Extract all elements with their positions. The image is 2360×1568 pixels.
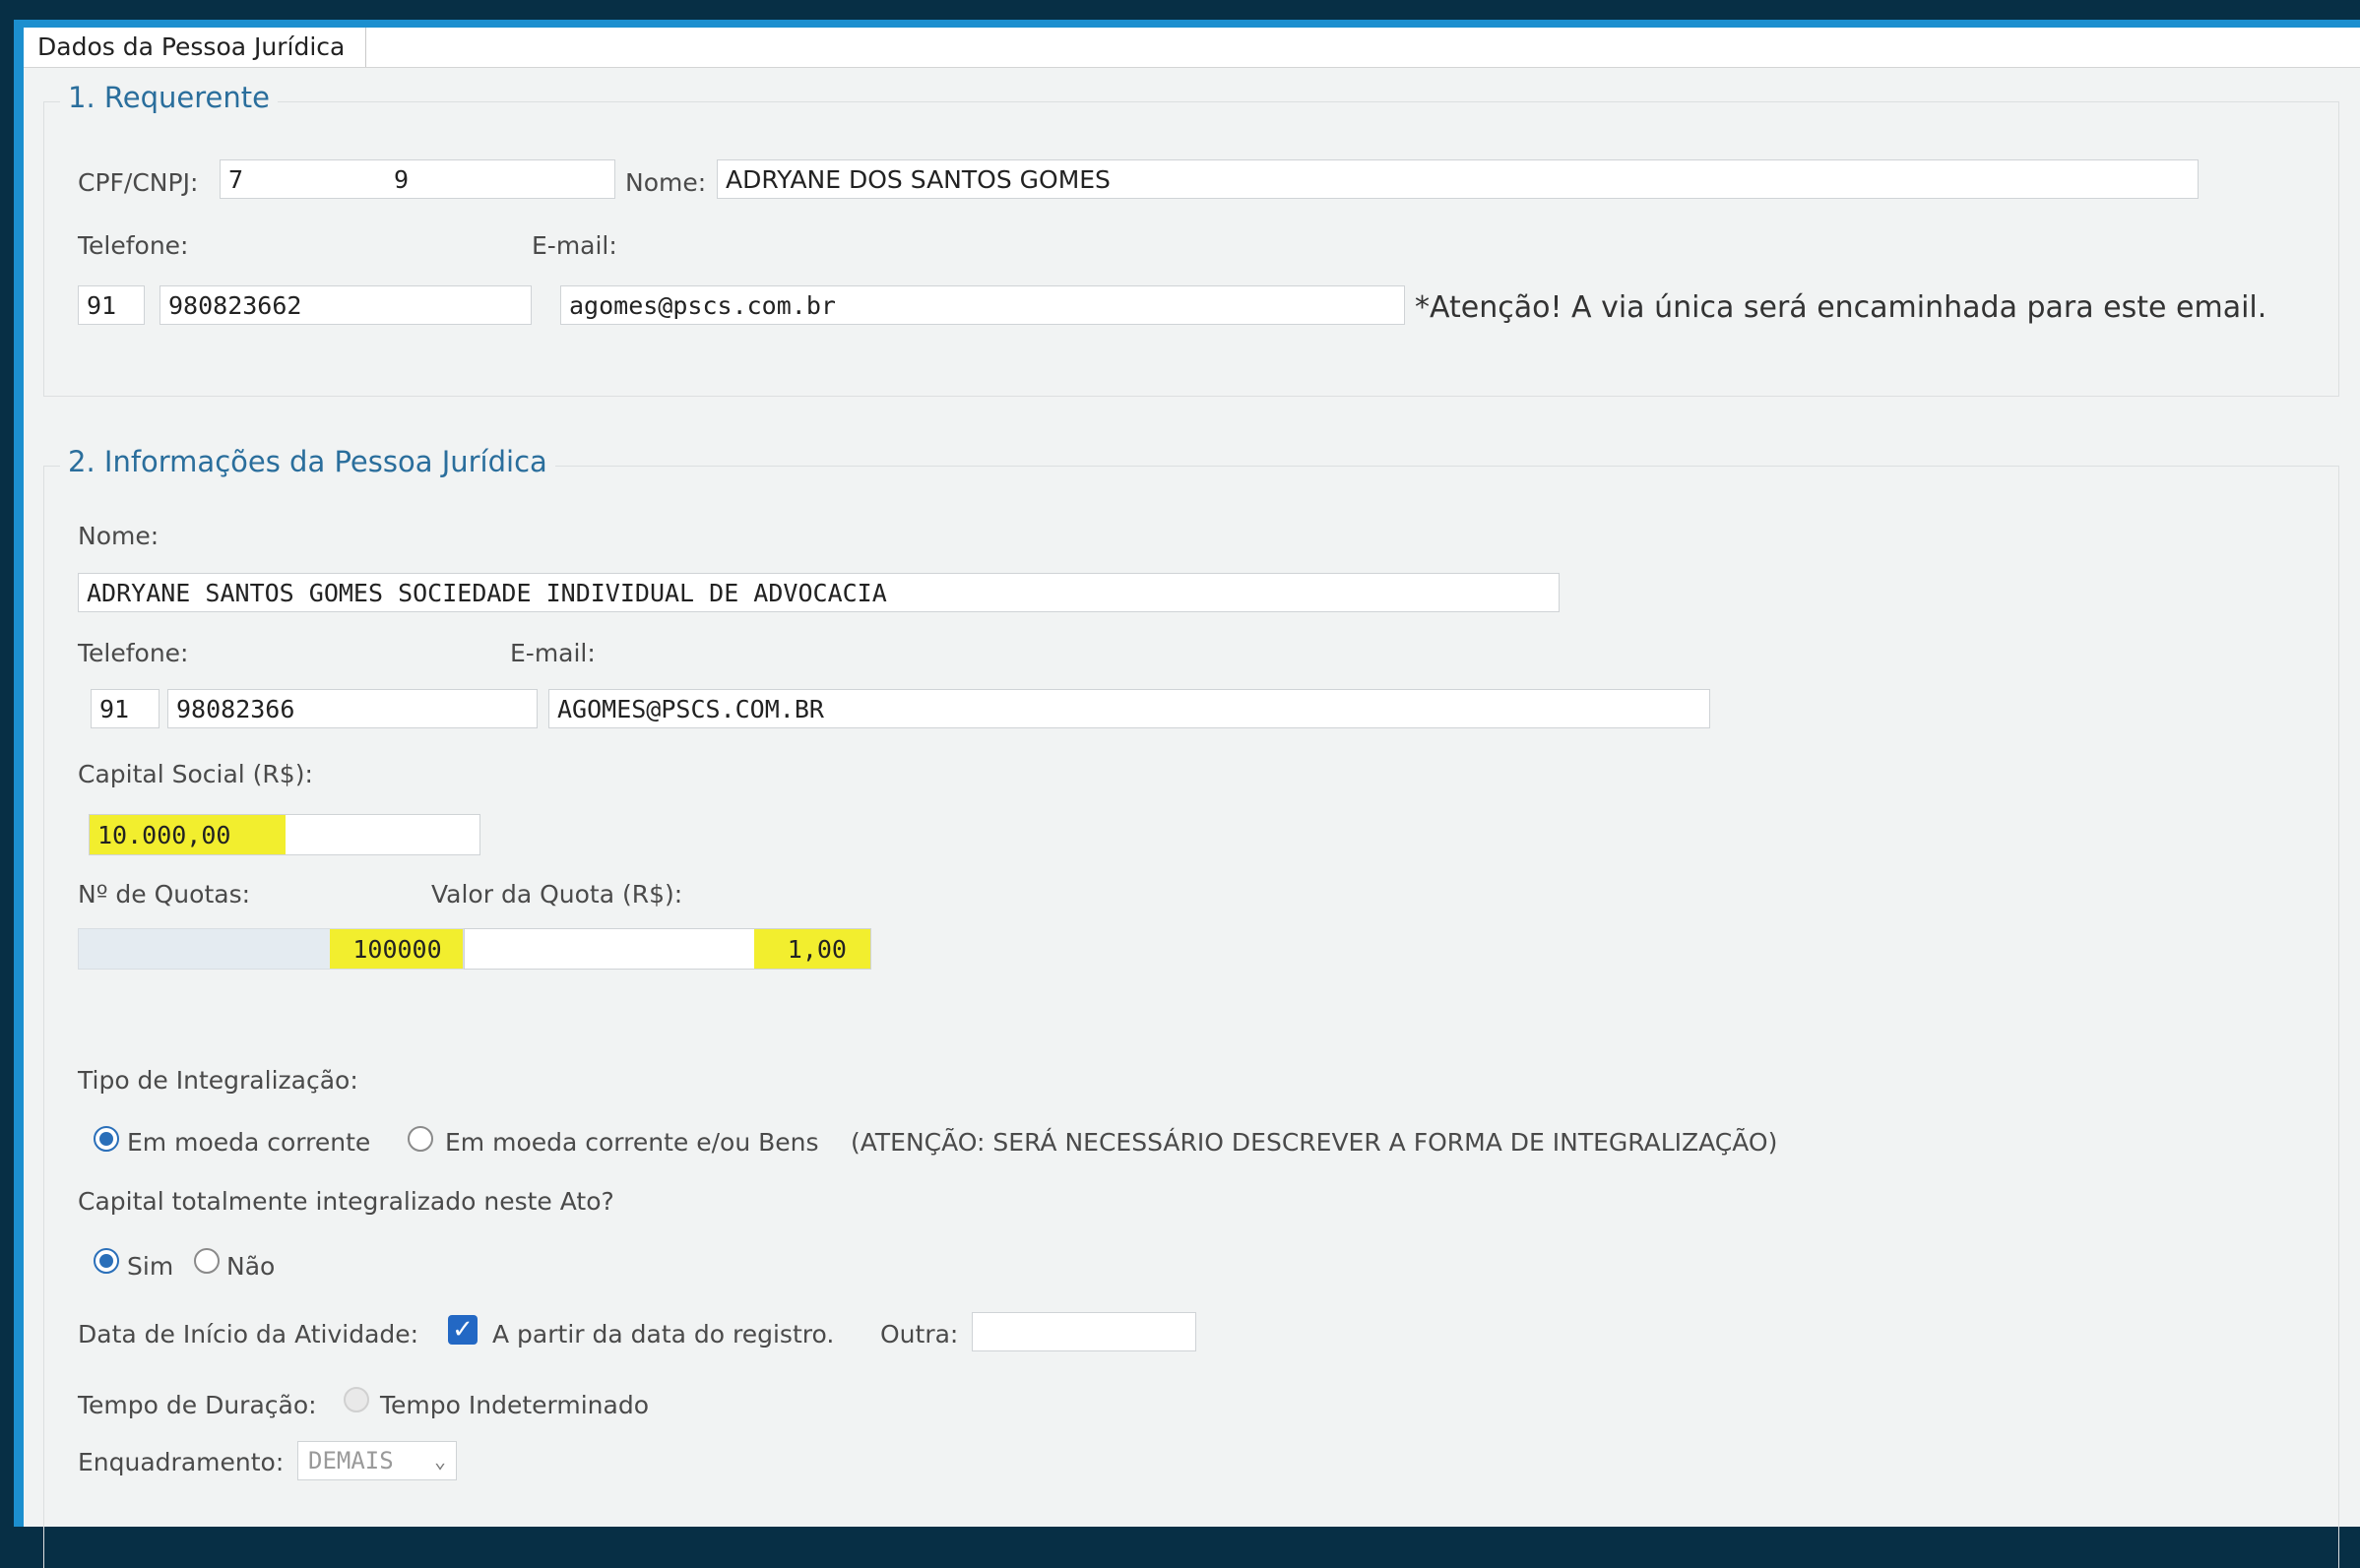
tab-bar: Dados da Pessoa Jurídica	[24, 28, 2360, 68]
pj-legend: 2. Informações da Pessoa Jurídica	[60, 445, 555, 478]
pj-nome-label: Nome:	[78, 522, 159, 550]
tempo-duracao-label: Tempo de Duração:	[78, 1391, 317, 1419]
tipo-note: (ATENÇÃO: SERÁ NECESSÁRIO DESCREVER A FO…	[851, 1128, 1778, 1157]
telefone-input[interactable]: 980823662	[159, 285, 532, 325]
capital-social-input[interactable]: 10.000,00	[89, 814, 480, 855]
cpf-input[interactable]: 7 9	[220, 159, 615, 199]
nome-input[interactable]: ADRYANE DOS SANTOS GOMES	[717, 159, 2199, 199]
pj-nome-input[interactable]: ADRYANE SANTOS GOMES SOCIEDADE INDIVIDUA…	[78, 573, 1560, 612]
quotas-label: Nº de Quotas:	[78, 880, 251, 909]
data-registro-checkbox[interactable]: ✓	[448, 1315, 478, 1345]
cpf-value-start: 7	[228, 164, 244, 194]
enquadramento-select[interactable]: DEMAIS ⌄	[297, 1441, 457, 1480]
pj-ddd-input[interactable]: 91	[91, 689, 159, 728]
capital-social-label: Capital Social (R$):	[78, 760, 313, 788]
tipo-moeda-corrente-label: Em moeda corrente	[127, 1128, 371, 1157]
form-panel: Dados da Pessoa Jurídica 1. Requerente C…	[24, 28, 2360, 1568]
requerente-section: 1. Requerente	[43, 81, 2339, 397]
chevron-down-icon: ⌄	[433, 1449, 446, 1473]
tipo-moeda-corrente-radio[interactable]	[94, 1126, 119, 1152]
valor-quota-value: 1,00	[754, 929, 870, 969]
tipo-moeda-bens-radio[interactable]	[408, 1126, 433, 1152]
cpf-value-end: 9	[394, 164, 410, 194]
enquadramento-label: Enquadramento:	[78, 1448, 285, 1476]
valor-quota-input[interactable]: 1,00	[464, 928, 871, 970]
tab-dados-pessoa-juridica[interactable]: Dados da Pessoa Jurídica	[26, 28, 366, 67]
email-notice: *Atenção! A via única será encaminhada p…	[1415, 290, 2267, 325]
valor-quota-label: Valor da Quota (R$):	[431, 880, 683, 909]
pj-email-label: E-mail:	[510, 639, 596, 667]
outra-input[interactable]	[972, 1312, 1196, 1351]
email-input[interactable]: agomes@pscs.com.br	[560, 285, 1405, 325]
telefone-label: Telefone:	[78, 231, 189, 260]
quotas-value: 100000	[330, 929, 463, 969]
outra-label: Outra:	[880, 1320, 959, 1348]
sim-label: Sim	[127, 1252, 174, 1281]
nao-label: Não	[226, 1252, 276, 1281]
capital-integralizado-label: Capital totalmente integralizado neste A…	[78, 1187, 614, 1216]
tipo-integralizacao-label: Tipo de Integralização:	[78, 1066, 358, 1095]
pj-telefone-label: Telefone:	[78, 639, 189, 667]
quotas-input: 100000	[78, 928, 464, 970]
email-label: E-mail:	[532, 231, 617, 260]
cpf-label: CPF/CNPJ:	[78, 168, 199, 197]
tipo-moeda-bens-label: Em moeda corrente e/ou Bens	[445, 1128, 819, 1157]
tempo-indeterminado-radio	[344, 1387, 369, 1412]
ddd-input[interactable]: 91	[78, 285, 145, 325]
requerente-legend: 1. Requerente	[60, 81, 278, 114]
pj-telefone-input[interactable]: 98082366	[167, 689, 538, 728]
capital-social-value: 10.000,00	[90, 815, 287, 854]
nao-radio[interactable]	[194, 1248, 220, 1274]
tempo-indeterminado-label: Tempo Indeterminado	[380, 1391, 649, 1419]
enquadramento-value: DEMAIS	[308, 1447, 394, 1474]
nome-label: Nome:	[625, 168, 707, 197]
data-inicio-label: Data de Início da Atividade:	[78, 1320, 419, 1348]
sim-radio[interactable]	[94, 1248, 119, 1274]
data-registro-label: A partir da data do registro.	[492, 1320, 835, 1348]
cpf-redaction	[246, 162, 394, 196]
pj-email-input[interactable]: AGOMES@PSCS.COM.BR	[548, 689, 1710, 728]
